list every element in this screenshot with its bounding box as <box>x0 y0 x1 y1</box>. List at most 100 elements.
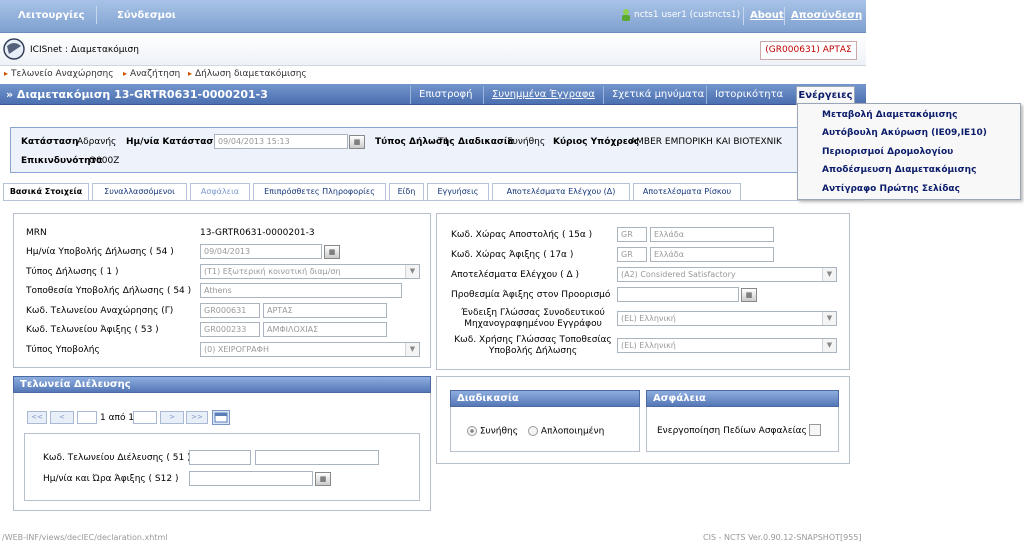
decl-type-label: Τύπος Δήλωσης ( 1 ) <box>26 267 119 277</box>
pager-text: 1 από 1 <box>100 413 135 423</box>
dispatch-country-label: Κωδ. Χώρας Αποστολής ( 15α ) <box>451 230 593 240</box>
procedure-simplified-option[interactable]: Απλοποιημένη <box>528 426 604 437</box>
tab-risk-results[interactable]: Αποτελέσματα Ρίσκου <box>633 183 741 201</box>
pager-next-button[interactable]: > <box>160 411 184 424</box>
app-name: ICISnet : Διαμετακόμιση <box>30 45 139 55</box>
decl-type-value: T1 <box>438 137 450 147</box>
decl-lang-label: Κωδ. Χρήσης Γλώσσας Τοποθεσίας Υποβολής Δ… <box>451 335 615 357</box>
calendar-icon[interactable]: ▦ <box>349 135 365 149</box>
deadline-field[interactable] <box>617 287 739 302</box>
control-result-select[interactable]: (A2) Considered Satisfactory ▼ <box>617 267 837 282</box>
pager-last-button[interactable]: >> <box>186 411 208 424</box>
radio-checked-icon[interactable] <box>467 426 477 436</box>
chevron-down-icon: ▼ <box>822 339 836 352</box>
menu-item-modify[interactable]: Μεταβολή Διαμετακόμισης <box>822 110 957 120</box>
arrival-country-code-field[interactable]: GR <box>617 247 647 262</box>
decl-lang-label-line: Κωδ. Χρήσης Γλώσσας Τοποθεσίας <box>454 335 612 345</box>
submit-type-label: Τύπος Υποβολής <box>26 345 100 355</box>
breadcrumb-arrow-icon: ▸ <box>123 69 128 78</box>
pager-prev-button[interactable]: < <box>50 411 74 424</box>
breadcrumb-item[interactable]: Δήλωση διαμετακόμισης <box>195 69 307 79</box>
transit-office-row: Κωδ. Τελωνείου Διέλευσης ( 51 ) Ημ/νία κ… <box>24 433 420 501</box>
dest-office-code-field[interactable]: GR000233 <box>200 322 260 337</box>
menu-item-route-restrictions[interactable]: Περιορισμοί Δρομολογίου <box>822 147 953 157</box>
security-header: Ασφάλεια <box>646 390 839 407</box>
attached-documents-button[interactable]: Συνημμένα Έγγραφα <box>483 86 603 104</box>
doc-lang-label-line: Μηχανογραφημένου Εγγράφου <box>464 319 602 329</box>
pager-first-button[interactable]: << <box>27 411 47 424</box>
doc-lang-select[interactable]: (EL) Ελληνική ▼ <box>617 311 837 326</box>
tab-control-results[interactable]: Αποτελέσματα Ελέγχου (Δ) <box>492 183 630 201</box>
place-field[interactable]: Athens <box>200 283 402 298</box>
tab-basic[interactable]: Βασικά Στοιχεία <box>3 183 89 201</box>
menu-item-cancel[interactable]: Αυτόβουλη Ακύρωση (IE09,IE10) <box>822 128 987 138</box>
submit-date-field[interactable]: 09/04/2013 <box>200 244 322 259</box>
menu-links[interactable]: Σύνδεσμοι <box>117 10 176 21</box>
menu-divider <box>743 7 744 25</box>
pager-page-size-input[interactable] <box>133 411 157 424</box>
calendar-icon[interactable]: ▦ <box>315 472 331 486</box>
logout-link[interactable]: Αποσύνδεση <box>791 10 862 21</box>
tab-items[interactable]: Είδη <box>389 183 424 201</box>
menu-item-first-page-copy[interactable]: Αντίγραφο Πρώτης Σελίδας <box>822 184 960 194</box>
transit-offices-header: Τελωνεία Διέλευσης <box>13 376 431 393</box>
radio-unchecked-icon[interactable] <box>528 426 538 436</box>
breadcrumb-item[interactable]: Αναζήτηση <box>130 69 180 79</box>
control-result-select-value: (A2) Considered Satisfactory <box>621 270 736 279</box>
procedure-simplified-label: Απλοποιημένη <box>540 426 605 437</box>
menu-operations[interactable]: Λειτουργίες <box>18 10 85 21</box>
dispatch-country-code-field[interactable]: GR <box>617 227 647 242</box>
tab-parties[interactable]: Συναλλασσόμενοι <box>92 183 187 201</box>
app-window: Λειτουργίες Σύνδεσμοι ncts1 user1 (custn… <box>0 0 866 550</box>
history-button[interactable]: Ιστορικότητα <box>706 86 791 104</box>
decl-type-select-value: (T1) Εξωτερική κοινοτική διαμ/ση <box>204 267 341 276</box>
principal-value: AMBER ΕΜΠΟΡΙΚΗ ΚΑΙ ΒΙΟΤΕΧΝΙΚ <box>630 137 782 147</box>
breadcrumb-item[interactable]: Τελωνείο Αναχώρησης <box>11 69 114 79</box>
menu-item-release[interactable]: Αποδέσμευση Διαμετακόμισης <box>822 165 976 175</box>
decl-type-select[interactable]: (T1) Εξωτερική κοινοτική διαμ/ση ▼ <box>200 264 420 279</box>
state-label: Κατάσταση <box>21 137 79 147</box>
state-date-label: Ημ/νία Κατάστασης <box>126 137 226 147</box>
calendar-icon[interactable]: ▦ <box>324 245 340 259</box>
transit-arrival-label: Ημ/νία και Ώρα Άφιξης ( S12 ) <box>43 474 179 484</box>
arrival-country-label: Κωδ. Χώρας Άφιξης ( 17α ) <box>451 250 574 260</box>
dep-office-name-field[interactable]: ΑΡΤΑΣ <box>263 303 387 318</box>
breadcrumb-arrow-icon: ▸ <box>188 69 193 78</box>
transit-arrival-field[interactable] <box>189 471 313 486</box>
doc-lang-label-line: Ένδειξη Γλώσσας Συνοδευτικού <box>461 308 605 318</box>
countries-panel: Κωδ. Χώρας Αποστολής ( 15α ) GR Ελλάδα Κ… <box>436 213 850 370</box>
dest-office-name-field[interactable]: ΑΜΦΙΛΟΧΙΑΣ <box>263 322 387 337</box>
about-link[interactable]: About <box>750 10 784 21</box>
transit-office-name-field[interactable] <box>255 450 379 465</box>
back-button[interactable]: Επιστροφή <box>410 86 480 104</box>
doc-lang-select-value: (EL) Ελληνική <box>621 314 676 323</box>
dispatch-country-name-field[interactable]: Ελλάδα <box>650 227 774 242</box>
transit-office-code-field[interactable] <box>189 450 251 465</box>
arrival-country-name-field[interactable]: Ελλάδα <box>650 247 774 262</box>
basic-info-panel: MRN 13-GRTR0631-0000201-3 Ημ/νία Υποβολή… <box>13 213 431 368</box>
security-enable-checkbox[interactable] <box>809 424 821 436</box>
office-badge: (GR000631) ΑΡΤΑΣ <box>760 41 857 60</box>
app-header: ICISnet : Διαμετακόμιση (GR000631) ΑΡΤΑΣ <box>0 34 866 66</box>
page-title: » Διαμετακόμιση 13-GRTR0631-0000201-3 <box>6 88 268 101</box>
tab-security[interactable]: Ασφάλεια <box>190 183 250 201</box>
chevron-down-icon: ▼ <box>822 268 836 281</box>
calendar-icon[interactable]: ▦ <box>741 288 757 302</box>
chevron-down-icon: ▼ <box>822 312 836 325</box>
procedure-normal-option[interactable]: Συνήθης <box>467 426 518 437</box>
add-row-icon[interactable] <box>212 410 230 425</box>
chevron-down-icon: ▼ <box>405 343 419 356</box>
submit-type-select[interactable]: (0) ΧΕΙΡΟΓΡΑΦΗ ▼ <box>200 342 420 357</box>
globe-logo-icon <box>3 38 25 60</box>
state-date-field[interactable]: 09/04/2013 15:13 <box>214 134 348 149</box>
dep-office-label: Κωδ. Τελωνείου Αναχώρησης (Γ) <box>26 306 174 316</box>
related-messages-button[interactable]: Σχετικά μηνύματα <box>603 86 712 104</box>
decl-lang-select[interactable]: (EL) Ελληνική ▼ <box>617 338 837 353</box>
dep-office-code-field[interactable]: GR000631 <box>200 303 260 318</box>
risk-value: O000Z <box>89 156 120 166</box>
title-bar: » Διαμετακόμιση 13-GRTR0631-0000201-3 Επ… <box>0 84 866 105</box>
tab-additional-info[interactable]: Επιπρόσθετες Πληροφορίες <box>253 183 386 201</box>
tab-guarantees[interactable]: Εγγυήσεις <box>427 183 489 201</box>
security-enable-label: Ενεργοποίηση Πεδίων Ασφαλείας <box>657 426 807 436</box>
pager-page-input[interactable] <box>77 411 97 424</box>
